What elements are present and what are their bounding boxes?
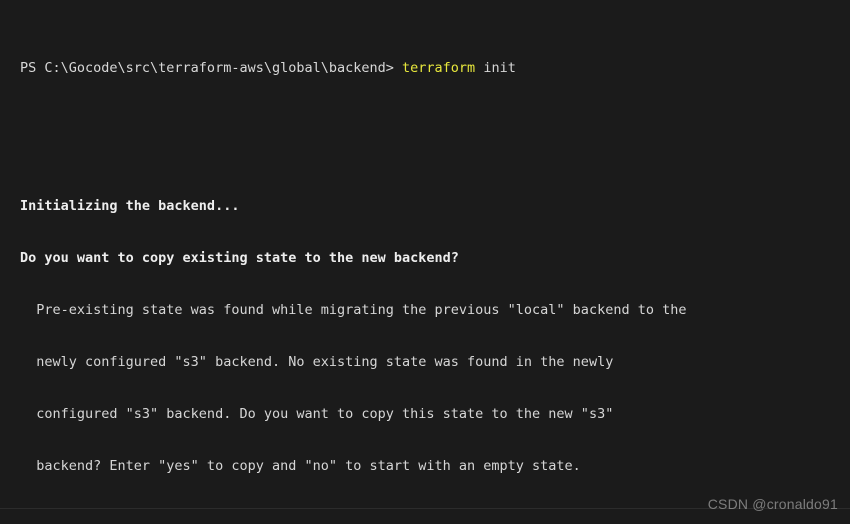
terminal-screen[interactable]: PS C:\Gocode\src\terraform-aws\global\ba… [0, 8, 850, 524]
prompt-line-top: PS C:\Gocode\src\terraform-aws\global\ba… [20, 60, 850, 77]
terminal-window[interactable]: PS C:\Gocode\src\terraform-aws\global\ba… [0, 0, 850, 524]
copy-state-body-line-2: newly configured "s3" backend. No existi… [20, 353, 614, 370]
copy-state-body-line-1: Pre-existing state was found while migra… [20, 302, 687, 319]
command-name: terraform [402, 59, 476, 76]
init-backend-heading: Initializing the backend... [20, 198, 240, 215]
copy-state-question: Do you want to copy existing state to th… [20, 250, 459, 267]
copy-state-body-line-4: backend? Enter "yes" to copy and "no" to… [20, 457, 581, 474]
prompt-path-top: PS C:\Gocode\src\terraform-aws\global\ba… [20, 59, 394, 76]
command-args: init [483, 59, 516, 76]
watermark-label: CSDN @cronaldo91 [707, 496, 838, 512]
copy-state-body-line-3: configured "s3" backend. Do you want to … [20, 405, 614, 422]
